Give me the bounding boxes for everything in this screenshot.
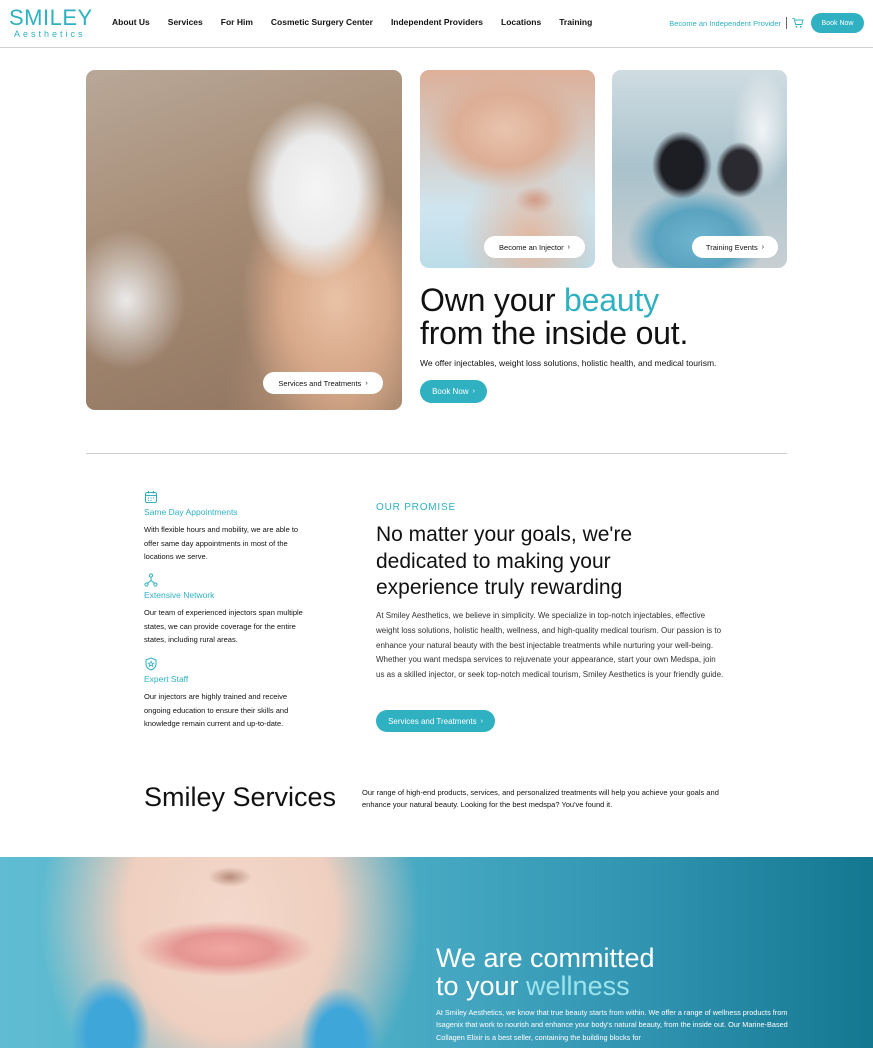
hero-title-accent: beauty bbox=[564, 282, 659, 318]
network-icon bbox=[144, 573, 158, 587]
section-divider bbox=[86, 453, 787, 454]
chevron-right-icon: › bbox=[365, 379, 368, 387]
become-provider-link[interactable]: Become an Independent Provider bbox=[669, 19, 781, 28]
promise-title: No matter your goals, we're dedicated to… bbox=[376, 523, 633, 599]
logo[interactable]: SMILEY Aesthetics bbox=[9, 5, 93, 41]
wellness-text: At Smiley Aesthetics, we know that true … bbox=[436, 1008, 788, 1042]
wellness-title-part2: to your bbox=[436, 971, 527, 1001]
feature-text: With flexible hours and mobility, we are… bbox=[144, 525, 299, 561]
wellness-title-line1: We are committed bbox=[436, 943, 655, 973]
nav-cosmetic-surgery[interactable]: Cosmetic Surgery Center bbox=[271, 17, 373, 27]
chevron-right-icon: › bbox=[480, 717, 483, 725]
training-events-label: Training Events bbox=[705, 242, 758, 252]
header-actions: Become an Independent Provider Book Now bbox=[669, 13, 864, 33]
nav-independent-providers[interactable]: Independent Providers bbox=[391, 17, 483, 27]
hero-title: Own your beauty from the inside out. bbox=[420, 284, 688, 350]
lips-injection-image bbox=[0, 857, 420, 1048]
services-title: Smiley Services bbox=[144, 782, 337, 812]
nav-training[interactable]: Training bbox=[559, 17, 592, 27]
wellness-title-accent: wellness bbox=[526, 971, 630, 1001]
promise-services-label: Services and Treatments bbox=[388, 716, 477, 726]
hero-subtitle: We offer injectables, weight loss soluti… bbox=[420, 358, 717, 368]
shield-star-icon bbox=[145, 657, 157, 671]
feature-expert-staff: Expert Staff Our injectors are highly tr… bbox=[144, 657, 314, 731]
hero-book-now-button[interactable]: Book Now › bbox=[420, 380, 487, 403]
feature-text: Our injectors are highly trained and rec… bbox=[144, 692, 289, 728]
promise-label: OUR PROMISE bbox=[376, 502, 456, 513]
feature-network: Extensive Network Our team of experience… bbox=[144, 573, 314, 647]
become-injector-label: Become an Injector bbox=[499, 242, 564, 252]
logo-tagline: Aesthetics bbox=[14, 29, 86, 39]
hero-title-part1: Own your bbox=[420, 282, 565, 318]
become-injector-pill[interactable]: Become an Injector › bbox=[484, 236, 585, 258]
nav-services[interactable]: Services bbox=[168, 17, 203, 27]
promise-text: At Smiley Aesthetics, we believe in simp… bbox=[376, 611, 724, 680]
main-nav: About Us Services For Him Cosmetic Surge… bbox=[112, 17, 610, 27]
hero-injection-image bbox=[86, 70, 402, 410]
logo-wordmark: SMILEY bbox=[9, 5, 93, 30]
feature-title: Expert Staff bbox=[144, 674, 189, 684]
header-divider bbox=[786, 17, 787, 29]
services-treatments-pill[interactable]: Services and Treatments › bbox=[263, 372, 383, 394]
cart-icon[interactable] bbox=[792, 17, 804, 29]
promise-services-button[interactable]: Services and Treatments › bbox=[376, 710, 495, 732]
services-text: Our range of high-end products, services… bbox=[362, 788, 719, 809]
feature-title: Extensive Network bbox=[144, 590, 215, 600]
wellness-title: We are committed to your wellness bbox=[436, 944, 655, 1000]
site-header: SMILEY Aesthetics About Us Services For … bbox=[0, 0, 873, 48]
feature-title: Same Day Appointments bbox=[144, 507, 238, 517]
nav-about-us[interactable]: About Us bbox=[112, 17, 150, 27]
chevron-right-icon: › bbox=[567, 243, 570, 251]
hero-book-now-label: Book Now bbox=[432, 387, 469, 396]
chevron-right-icon: › bbox=[472, 388, 475, 395]
chevron-right-icon: › bbox=[761, 243, 765, 251]
calendar-icon bbox=[145, 491, 157, 503]
feature-same-day: Same Day Appointments With flexible hour… bbox=[144, 490, 314, 564]
nav-for-him[interactable]: For Him bbox=[221, 17, 253, 27]
services-treatments-label: Services and Treatments bbox=[278, 378, 362, 388]
training-events-pill[interactable]: Training Events › bbox=[692, 236, 778, 258]
header-book-now-button[interactable]: Book Now bbox=[811, 13, 864, 33]
hero-title-line2: from the inside out. bbox=[420, 315, 689, 351]
feature-text: Our team of experienced injectors span m… bbox=[144, 608, 303, 644]
nav-locations[interactable]: Locations bbox=[501, 17, 541, 27]
